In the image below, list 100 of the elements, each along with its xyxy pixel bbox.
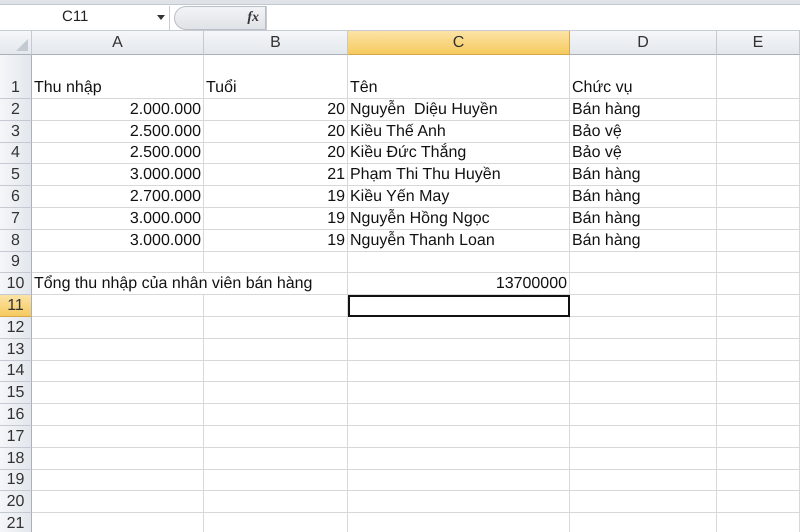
table-cell[interactable]	[32, 404, 204, 426]
row-header[interactable]: 2	[0, 99, 32, 121]
table-cell[interactable]	[717, 295, 800, 317]
table-cell[interactable]	[717, 164, 800, 186]
row-header[interactable]: 13	[0, 338, 32, 361]
table-cell[interactable]: Bán hàng	[570, 230, 717, 252]
table-cell[interactable]: Chức vụ	[570, 55, 717, 99]
table-cell[interactable]	[570, 338, 717, 361]
table-cell[interactable]: Tên	[348, 55, 570, 99]
row-header[interactable]: 20	[0, 491, 32, 514]
table-cell[interactable]: 20	[204, 142, 348, 164]
row-header[interactable]: 11	[0, 295, 32, 317]
table-cell[interactable]: Tổng thu nhập của nhân viên bán hàng	[32, 273, 348, 296]
table-cell[interactable]	[204, 316, 348, 339]
row-header[interactable]: 6	[0, 186, 32, 208]
table-cell[interactable]	[204, 295, 348, 317]
table-cell[interactable]	[204, 404, 348, 426]
table-cell[interactable]: 20	[204, 120, 348, 143]
table-cell[interactable]: 13700000	[348, 273, 570, 296]
table-cell[interactable]: 3.000.000	[32, 208, 204, 230]
table-cell[interactable]	[570, 316, 717, 339]
table-cell[interactable]: 2.700.000	[32, 186, 204, 208]
table-cell[interactable]	[717, 273, 800, 296]
table-cell[interactable]: Bán hàng	[570, 208, 717, 230]
table-cell[interactable]	[717, 99, 800, 121]
table-cell[interactable]	[570, 273, 717, 296]
table-cell[interactable]	[717, 252, 800, 274]
table-cell[interactable]	[204, 252, 348, 274]
table-cell[interactable]	[570, 426, 717, 448]
row-header[interactable]: 17	[0, 426, 32, 448]
table-cell[interactable]: Nguyễn Thanh Loan	[348, 230, 570, 252]
table-cell[interactable]: Kiều Thế Anh	[348, 120, 570, 143]
table-cell[interactable]	[570, 491, 717, 514]
row-header[interactable]: 9	[0, 252, 32, 274]
table-cell[interactable]	[570, 295, 717, 317]
row-header[interactable]: 3	[0, 120, 32, 143]
table-cell[interactable]: 19	[204, 230, 348, 252]
row-header[interactable]: 21	[0, 513, 32, 532]
table-cell[interactable]	[32, 338, 204, 361]
table-cell[interactable]	[717, 382, 800, 404]
table-cell[interactable]: Tuổi	[204, 55, 348, 99]
row-header[interactable]: 4	[0, 142, 32, 164]
table-cell[interactable]	[717, 120, 800, 143]
row-header[interactable]: 18	[0, 448, 32, 470]
row-header[interactable]: 10	[0, 273, 32, 296]
table-cell[interactable]: Phạm Thi Thu Huyền	[348, 164, 570, 186]
table-cell[interactable]	[348, 360, 570, 382]
dropdown-caret-icon[interactable]	[157, 14, 165, 20]
row-header[interactable]: 19	[0, 470, 32, 492]
table-cell[interactable]	[348, 491, 570, 514]
table-cell[interactable]: Bán hàng	[570, 99, 717, 121]
table-cell[interactable]: Nguyễn Hồng Ngọc	[348, 208, 570, 230]
row-header[interactable]: 16	[0, 404, 32, 426]
row-header[interactable]: 14	[0, 360, 32, 382]
table-cell[interactable]	[348, 382, 570, 404]
table-cell[interactable]: 19	[204, 186, 348, 208]
table-cell[interactable]	[204, 470, 348, 492]
table-cell[interactable]	[32, 448, 204, 470]
table-cell[interactable]	[32, 470, 204, 492]
table-cell[interactable]	[717, 470, 800, 492]
table-cell[interactable]	[32, 491, 204, 514]
table-cell[interactable]: Thu nhập	[32, 55, 204, 99]
table-cell[interactable]	[32, 426, 204, 448]
table-cell[interactable]	[32, 360, 204, 382]
column-header[interactable]: C	[348, 31, 570, 55]
table-cell[interactable]: Bán hàng	[570, 186, 717, 208]
table-cell[interactable]	[570, 404, 717, 426]
table-cell[interactable]	[717, 230, 800, 252]
select-all-icon[interactable]	[16, 39, 28, 51]
table-cell[interactable]	[717, 491, 800, 514]
table-cell[interactable]: Kiều Đức Thắng	[348, 142, 570, 164]
table-cell[interactable]	[204, 338, 348, 361]
table-cell[interactable]	[717, 426, 800, 448]
table-cell[interactable]	[348, 338, 570, 361]
active-cell[interactable]	[348, 295, 570, 317]
table-cell[interactable]	[204, 360, 348, 382]
table-cell[interactable]	[717, 338, 800, 361]
table-cell[interactable]: 2.500.000	[32, 120, 204, 143]
table-cell[interactable]: Kiều Yến May	[348, 186, 570, 208]
table-cell[interactable]: 21	[204, 164, 348, 186]
table-cell[interactable]	[348, 316, 570, 339]
table-cell[interactable]	[348, 404, 570, 426]
row-header[interactable]: 7	[0, 208, 32, 230]
table-cell[interactable]: 19	[204, 208, 348, 230]
column-header[interactable]: E	[717, 31, 800, 55]
column-header[interactable]: D	[570, 31, 717, 55]
table-cell[interactable]	[717, 186, 800, 208]
table-cell[interactable]	[717, 404, 800, 426]
table-cell[interactable]	[348, 426, 570, 448]
table-cell[interactable]	[348, 252, 570, 274]
table-cell[interactable]	[204, 382, 348, 404]
table-cell[interactable]	[204, 426, 348, 448]
row-header[interactable]: 15	[0, 382, 32, 404]
table-cell[interactable]	[204, 491, 348, 514]
table-cell[interactable]	[570, 252, 717, 274]
table-cell[interactable]	[570, 382, 717, 404]
table-cell[interactable]	[570, 448, 717, 470]
table-cell[interactable]: 2.500.000	[32, 142, 204, 164]
table-cell[interactable]	[204, 448, 348, 470]
row-header[interactable]: 5	[0, 164, 32, 186]
